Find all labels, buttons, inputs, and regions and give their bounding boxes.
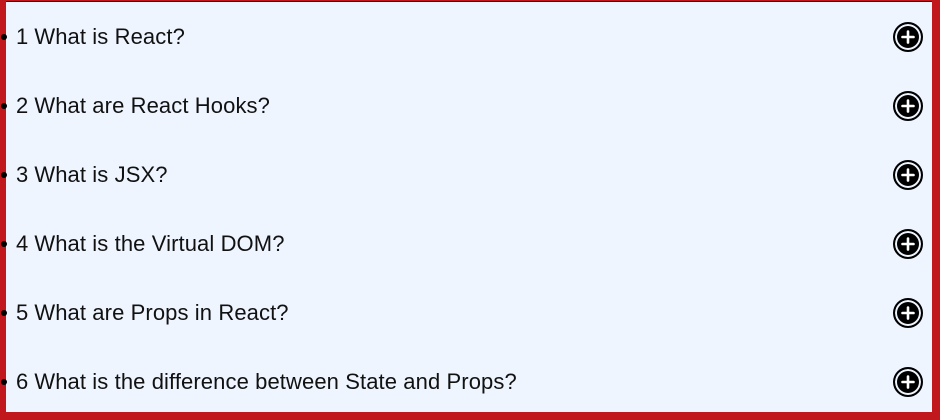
list-bullet (1, 309, 7, 316)
faq-question[interactable]: 4 What is the Virtual DOM? (16, 231, 285, 257)
faq-item-5[interactable]: 5 What are Props in React? (1, 278, 932, 347)
list-bullet (1, 102, 7, 109)
plus-circle-icon[interactable] (893, 228, 923, 259)
faq-panel: 1 What is React? 2 What are React Hooks? 3… (1, 1, 932, 412)
faq-question-text: What is React? (34, 23, 185, 49)
faq-question-text: What is the Virtual DOM? (34, 230, 285, 256)
faq-number: 2 (16, 92, 29, 118)
list-bullet (1, 240, 7, 247)
faq-number: 4 (16, 230, 29, 256)
faq-question-text: What are React Hooks? (34, 92, 270, 118)
plus-circle-icon[interactable] (893, 366, 923, 397)
faq-question[interactable]: 1 What is React? (16, 24, 185, 50)
plus-circle-icon[interactable] (893, 21, 923, 52)
page-frame: 1 What is React? 2 What are React Hooks? 3… (0, 0, 940, 420)
faq-question[interactable]: 5 What are Props in React? (16, 300, 289, 326)
list-bullet (1, 171, 7, 178)
list-bullet (1, 33, 7, 40)
faq-question[interactable]: 6 What is the difference between State an… (16, 369, 517, 395)
faq-item-6[interactable]: 6 What is the difference between State an… (1, 347, 932, 416)
list-bullet (1, 378, 7, 385)
faq-item-2[interactable]: 2 What are React Hooks? (1, 71, 932, 140)
faq-item-1[interactable]: 1 What is React? (1, 2, 932, 71)
faq-question-text: What are Props in React? (34, 299, 289, 325)
plus-circle-icon[interactable] (893, 159, 923, 190)
faq-number: 3 (16, 161, 29, 187)
faq-question[interactable]: 2 What are React Hooks? (16, 93, 270, 119)
faq-list: 1 What is React? 2 What are React Hooks? 3… (1, 2, 932, 416)
faq-number: 6 (16, 368, 29, 394)
faq-item-4[interactable]: 4 What is the Virtual DOM? (1, 209, 932, 278)
faq-question-text: What is the difference between State and… (34, 368, 517, 394)
faq-number: 5 (16, 299, 29, 325)
faq-question-text: What is JSX? (34, 161, 168, 187)
faq-number: 1 (16, 23, 29, 49)
plus-circle-icon[interactable] (893, 297, 923, 328)
plus-circle-icon[interactable] (893, 90, 923, 121)
faq-question[interactable]: 3 What is JSX? (16, 162, 168, 188)
faq-item-3[interactable]: 3 What is JSX? (1, 140, 932, 209)
